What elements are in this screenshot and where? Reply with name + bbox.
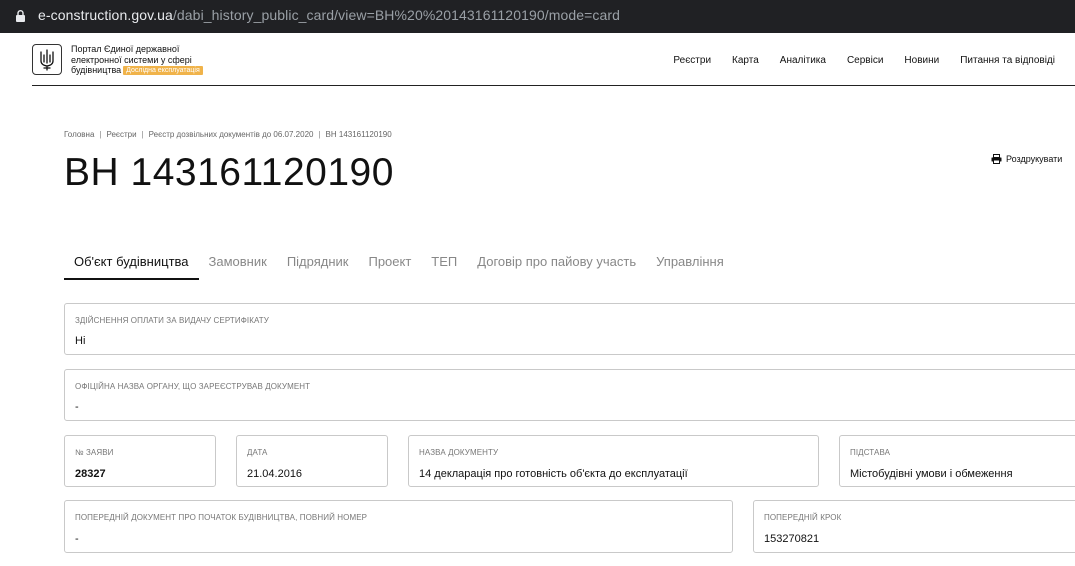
breadcrumb-separator: | [99,130,102,139]
tab-project[interactable]: Проект [358,250,421,280]
field-label: Здійснення оплати за видачу сертифікату [75,316,269,325]
site-header: Портал Єдиної державної електронної сист… [32,33,1075,86]
print-label: Роздрукувати [1006,154,1063,164]
field-label: Попередній крок [764,513,842,522]
field-label: Назва документу [419,448,499,457]
field-value: 21.04.2016 [247,468,303,480]
page-title: ВН 143161120190 [64,151,394,194]
field-value: Ні [75,335,86,347]
tab-customer[interactable]: Замовник [199,250,277,280]
nav-map[interactable]: Карта [732,55,759,66]
url-domain: e-construction.gov.ua [38,7,173,23]
url-path: /dabi_history_public_card/view=ВН%20%201… [172,7,621,23]
tab-bar: Об'єкт будівництва Замовник Підрядник Пр… [64,250,734,280]
printer-icon [991,154,1002,164]
breadcrumb-home[interactable]: Головна [64,130,94,139]
trial-operation-badge: Дослідна експлуатація [123,66,203,75]
browser-address-bar[interactable]: e-construction.gov.ua/dabi_history_publi… [0,0,1075,33]
breadcrumb-separator: | [318,130,321,139]
tab-management[interactable]: Управління [646,250,734,280]
breadcrumb-registry[interactable]: Реєстр дозвільних документів до 06.07.20… [149,130,314,139]
field-document-name: Назва документу 14 декларація про готовн… [408,435,819,487]
field-previous-document: Попередній документ про початок будівниц… [64,500,733,553]
nav-news[interactable]: Новини [904,55,939,66]
tab-equity-contract[interactable]: Договір про пайову участь [467,250,646,280]
field-label: Дата [247,448,268,457]
site-title-line-2: електронної системи у сфері [71,54,192,65]
field-value: - [75,533,79,545]
field-label: Попередній документ про початок будівниц… [75,513,368,522]
field-label: № заяви [75,448,114,457]
breadcrumb-registries[interactable]: Реєстри [106,130,136,139]
field-application-number: № заяви 28327 [64,435,216,487]
field-label: Підстава [850,448,891,457]
field-date: Дата 21.04.2016 [236,435,388,487]
lock-icon [16,10,25,22]
field-value: 28327 [75,468,106,480]
tab-tep[interactable]: ТЕП [421,250,467,280]
breadcrumb-separator: | [141,130,144,139]
site-title[interactable]: Портал Єдиної державної електронної сист… [71,44,241,76]
url-text[interactable]: e-construction.gov.ua/dabi_history_publi… [38,7,620,23]
field-value: 153270821 [764,533,820,545]
breadcrumb-current: ВН 143161120190 [325,130,392,139]
main-nav: Реєстри Карта Аналітика Сервіси Новини П… [673,55,1055,66]
field-authority: Офіційна назва органу, що зареєстрував д… [64,369,1075,421]
field-basis: Підстава Містобудівні умови і обмеження [839,435,1075,487]
site-title-line-3: будівництва [71,65,122,75]
nav-faq[interactable]: Питання та відповіді [960,55,1055,66]
nav-registries[interactable]: Реєстри [673,55,711,66]
field-payment: Здійснення оплати за видачу сертифікату … [64,303,1075,355]
print-button[interactable]: Роздрукувати [991,154,1062,164]
breadcrumb: Головна | Реєстри | Реєстр дозвільних докуме… [64,130,392,139]
field-value: 14 декларація про готовність об'єкта до … [419,468,688,480]
trident-logo-icon[interactable] [32,44,62,75]
nav-analytics[interactable]: Аналітика [780,55,826,66]
nav-services[interactable]: Сервіси [847,55,883,66]
field-value: - [75,401,79,413]
field-previous-step: Попередній крок 153270821 [753,500,1075,553]
field-label: Офіційна назва органу, що зареєстрував д… [75,382,311,391]
tab-contractor[interactable]: Підрядник [277,250,359,280]
site-title-line-1: Портал Єдиної державної [71,44,180,54]
tab-construction-object[interactable]: Об'єкт будівництва [64,250,199,280]
field-value: Містобудівні умови і обмеження [850,468,1013,480]
